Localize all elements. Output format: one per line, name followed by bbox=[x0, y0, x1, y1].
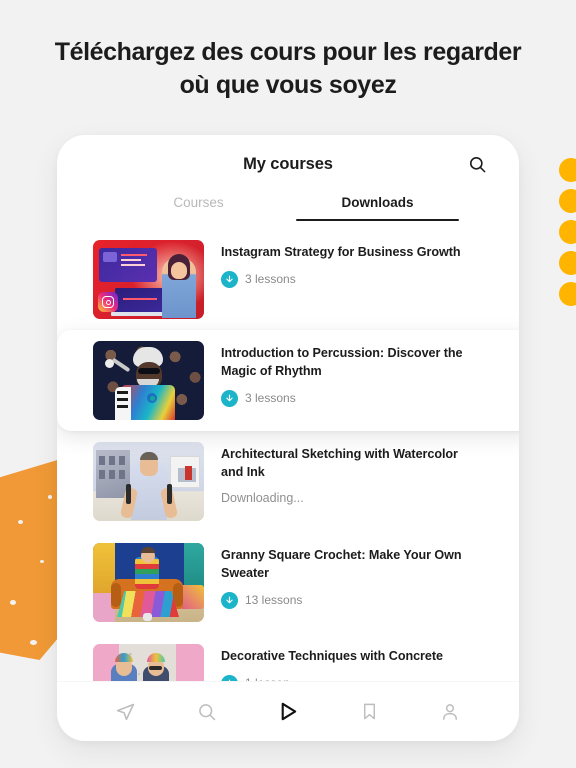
course-list: Instagram Strategy for Business Growth 3… bbox=[57, 229, 519, 705]
page-title: My courses bbox=[243, 154, 333, 173]
course-list-item[interactable]: Instagram Strategy for Business Growth 3… bbox=[57, 229, 519, 330]
course-meta: 3 lessons bbox=[221, 389, 483, 407]
course-info: Granny Square Crochet: Make Your Own Swe… bbox=[221, 543, 483, 609]
course-meta: Downloading... bbox=[221, 491, 483, 505]
nav-search-icon[interactable] bbox=[192, 697, 222, 727]
course-thumbnail bbox=[93, 442, 204, 521]
course-info: Introduction to Percussion: Discover the… bbox=[221, 341, 483, 407]
course-thumbnail bbox=[93, 240, 204, 319]
course-meta-text: 13 lessons bbox=[245, 593, 303, 608]
download-icon bbox=[221, 591, 238, 609]
decorative-dot bbox=[559, 189, 576, 213]
course-meta: 3 lessons bbox=[221, 270, 483, 288]
download-icon bbox=[221, 389, 238, 407]
course-thumbnail bbox=[93, 341, 204, 420]
brush-fleck bbox=[40, 560, 44, 563]
course-list-item[interactable]: Architectural Sketching with Watercolor … bbox=[57, 431, 519, 532]
tab-courses[interactable]: Courses bbox=[109, 195, 288, 221]
tab-bar: Courses Downloads bbox=[57, 195, 519, 221]
page-headline: Téléchargez des cours pour les regarder … bbox=[54, 38, 522, 99]
course-title: Decorative Techniques with Concrete bbox=[221, 649, 443, 663]
bottom-navigation-bar bbox=[57, 681, 519, 741]
course-info: Instagram Strategy for Business Growth 3… bbox=[221, 240, 483, 288]
course-list-item[interactable]: Granny Square Crochet: Make Your Own Swe… bbox=[57, 532, 519, 633]
course-meta: 13 lessons bbox=[221, 591, 483, 609]
course-title: Instagram Strategy for Business Growth bbox=[221, 245, 461, 259]
course-meta-text: Downloading... bbox=[221, 490, 304, 505]
course-meta-text: 3 lessons bbox=[245, 272, 296, 287]
app-header: My courses bbox=[57, 135, 519, 193]
brush-fleck bbox=[30, 640, 37, 645]
course-info: Architectural Sketching with Watercolor … bbox=[221, 442, 483, 505]
decorative-dot bbox=[559, 220, 576, 244]
search-icon[interactable] bbox=[465, 152, 489, 176]
app-screen-inner: My courses Courses Downloads Instagram S… bbox=[57, 135, 519, 741]
course-title: Introduction to Percussion: Discover the… bbox=[221, 346, 463, 378]
brush-fleck bbox=[48, 495, 52, 499]
decorative-dot bbox=[559, 282, 576, 306]
decorative-dot bbox=[559, 158, 576, 182]
course-title: Architectural Sketching with Watercolor … bbox=[221, 447, 458, 479]
download-icon bbox=[221, 270, 238, 288]
app-screen-card: My courses Courses Downloads Instagram S… bbox=[57, 135, 519, 741]
course-list-item[interactable]: Introduction to Percussion: Discover the… bbox=[57, 330, 519, 431]
brush-fleck bbox=[10, 600, 16, 605]
nav-play-icon[interactable] bbox=[273, 697, 303, 727]
decorative-dot bbox=[559, 251, 576, 275]
decorative-dot-column bbox=[559, 158, 576, 306]
brush-fleck bbox=[18, 520, 23, 524]
nav-person-icon[interactable] bbox=[435, 697, 465, 727]
nav-bookmark-icon[interactable] bbox=[354, 697, 384, 727]
nav-compass-send-icon[interactable] bbox=[111, 697, 141, 727]
course-meta-text: 3 lessons bbox=[245, 391, 296, 406]
course-title: Granny Square Crochet: Make Your Own Swe… bbox=[221, 548, 462, 580]
tab-downloads[interactable]: Downloads bbox=[288, 195, 467, 221]
course-thumbnail bbox=[93, 543, 204, 622]
